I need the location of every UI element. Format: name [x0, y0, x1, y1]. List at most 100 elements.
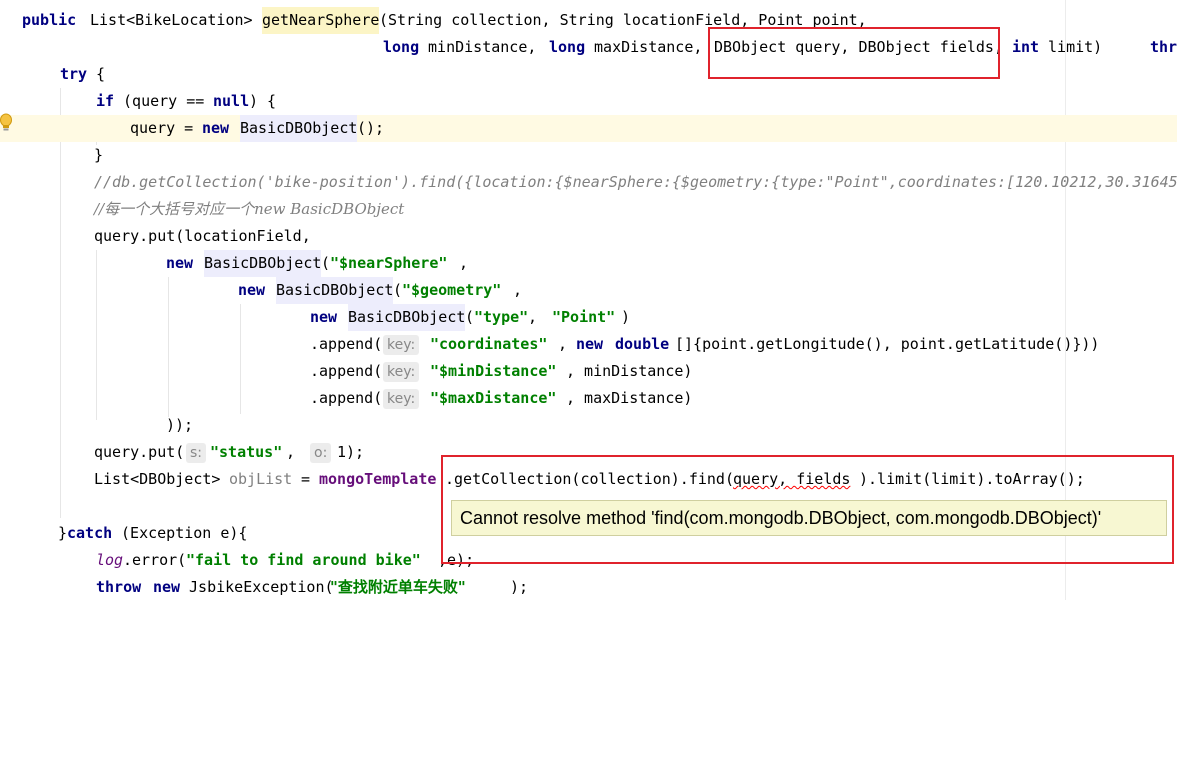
comma: ,: [513, 281, 523, 299]
string-literal: "Point": [552, 308, 616, 326]
keyword-new: new: [238, 281, 266, 299]
keyword-long: long: [549, 38, 586, 56]
class-basicdbobject: BasicDBObject: [276, 277, 394, 304]
string-literal: "$maxDistance": [430, 389, 557, 407]
exception-ctor: JsbikeException(: [180, 578, 334, 596]
call-end: ();: [357, 119, 385, 137]
assign: =: [292, 470, 320, 488]
append-call: .append(: [310, 335, 383, 353]
code-line-13[interactable]: .append( key: "coordinates" , new double…: [0, 331, 1177, 358]
code-line-22[interactable]: throw new JsbikeException( "查找附近单车失败" );: [0, 574, 1177, 601]
keyword-long: long: [383, 38, 420, 56]
comma: ,: [528, 308, 547, 326]
param-hint: key:: [383, 335, 420, 355]
param-hint: key:: [383, 362, 420, 382]
return-type: List<BikeLocation>: [90, 11, 253, 29]
code-line-7[interactable]: //db.getCollection('bike-position').find…: [0, 169, 1177, 196]
query-put: query.put(locationField,: [94, 227, 311, 245]
param-min-distance: minDistance,: [419, 38, 546, 56]
code-line-15[interactable]: .append( key: "$maxDistance" , maxDistan…: [0, 385, 1177, 412]
keyword-throws: thr: [1150, 38, 1177, 56]
code-line-14[interactable]: .append( key: "$minDistance" , minDistan…: [0, 358, 1177, 385]
string-literal: "coordinates": [430, 335, 548, 353]
code-line-6[interactable]: }: [0, 142, 1177, 169]
query-put: query.put(: [94, 443, 185, 461]
brace: {: [87, 65, 106, 83]
closing-parens: ));: [166, 416, 194, 434]
comma: ,: [459, 254, 469, 272]
brace: }: [94, 146, 104, 164]
code-line-1[interactable]: public List<BikeLocation> getNearSphere …: [0, 7, 1177, 34]
code-line-16[interactable]: ));: [0, 412, 1177, 439]
brace: }: [58, 524, 68, 542]
annotation-box-params: [708, 27, 1000, 79]
paren: (: [393, 281, 403, 299]
param-hint-wrap: key:: [383, 331, 420, 358]
throw-end: );: [510, 578, 529, 596]
keyword-new: new: [576, 335, 604, 353]
append-rest: , minDistance): [566, 362, 693, 380]
keyword-throw: throw: [96, 578, 142, 596]
code-line-9[interactable]: query.put(locationField,: [0, 223, 1177, 250]
array-init: []{point.getLongitude(), point.getLatitu…: [675, 335, 1100, 353]
keyword-int: int: [1012, 38, 1040, 56]
static-log: log: [96, 551, 124, 569]
param-hint-wrap: o:: [310, 439, 332, 466]
class-basicdbobject: BasicDBObject: [240, 115, 358, 142]
keyword-catch: catch: [67, 524, 113, 542]
keyword-public: public: [22, 11, 77, 29]
param-hint: key:: [383, 389, 420, 409]
append-call: .append(: [310, 389, 383, 407]
comma: ,: [558, 335, 577, 353]
log-error: .error(: [123, 551, 187, 569]
string-literal: "查找附近单车失败": [330, 578, 466, 596]
code-editor[interactable]: public List<BikeLocation> getNearSphere …: [0, 0, 1177, 600]
string-literal: "status": [210, 443, 283, 461]
append-call: .append(: [310, 362, 383, 380]
code-line-4[interactable]: if (query == null ) {: [0, 88, 1177, 115]
catch-rest: (Exception e){: [112, 524, 248, 542]
code-line-12[interactable]: new BasicDBObject ( "type" , "Point" ): [0, 304, 1177, 331]
paren: (: [321, 254, 331, 272]
var-objlist: objList: [229, 470, 293, 488]
param-hint: o:: [310, 443, 332, 463]
put-rest: 1);: [337, 443, 365, 461]
param-hint-wrap: key:: [383, 358, 420, 385]
comment: //db.getCollection('bike-position').find…: [94, 173, 1177, 191]
if-condition: (query ==: [114, 92, 214, 110]
param-limit: limit): [1039, 38, 1103, 56]
lightbulb-icon[interactable]: [0, 113, 12, 133]
keyword-null: null: [213, 92, 250, 110]
string-literal: "fail to find around bike": [186, 551, 421, 569]
keyword-new: new: [166, 254, 194, 272]
param-max-distance: maxDistance,: [585, 38, 712, 56]
param-hint-wrap: key:: [383, 385, 420, 412]
class-basicdbobject: BasicDBObject: [204, 250, 322, 277]
class-basicdbobject: BasicDBObject: [348, 304, 466, 331]
comment: //每一个大括号对应一个new BasicDBObject: [94, 200, 405, 218]
keyword-double: double: [615, 335, 670, 353]
param-hint: s:: [186, 443, 207, 463]
keyword-new: new: [310, 308, 338, 326]
code-line-8[interactable]: //每一个大括号对应一个new BasicDBObject: [0, 196, 1177, 223]
assign-query: query =: [130, 119, 203, 137]
code-line-11[interactable]: new BasicDBObject ( "$geometry" ,: [0, 277, 1177, 304]
code-line-5-current[interactable]: query = new BasicDBObject ();: [0, 115, 1177, 142]
keyword-if: if: [96, 92, 115, 110]
string-literal: "$nearSphere": [330, 254, 448, 272]
keyword-new: new: [202, 119, 230, 137]
append-rest: , maxDistance): [566, 389, 693, 407]
paren: ): [621, 308, 631, 326]
list-decl: List<DBObject>: [94, 470, 230, 488]
error-tooltip: Cannot resolve method 'find(com.mongodb.…: [451, 500, 1167, 536]
if-rest: ) {: [249, 92, 277, 110]
error-tooltip-message: Cannot resolve method 'find(com.mongodb.…: [460, 508, 1102, 528]
param-hint-wrap: s:: [186, 439, 207, 466]
paren: (: [465, 308, 475, 326]
code-line-3[interactable]: try {: [0, 61, 1177, 88]
code-line-2[interactable]: long minDistance, long maxDistance, DBOb…: [0, 34, 1177, 61]
string-literal: "$geometry": [402, 281, 502, 299]
string-literal: "$minDistance": [430, 362, 557, 380]
code-line-10[interactable]: new BasicDBObject ( "$nearSphere" ,: [0, 250, 1177, 277]
method-name[interactable]: getNearSphere: [262, 7, 380, 34]
